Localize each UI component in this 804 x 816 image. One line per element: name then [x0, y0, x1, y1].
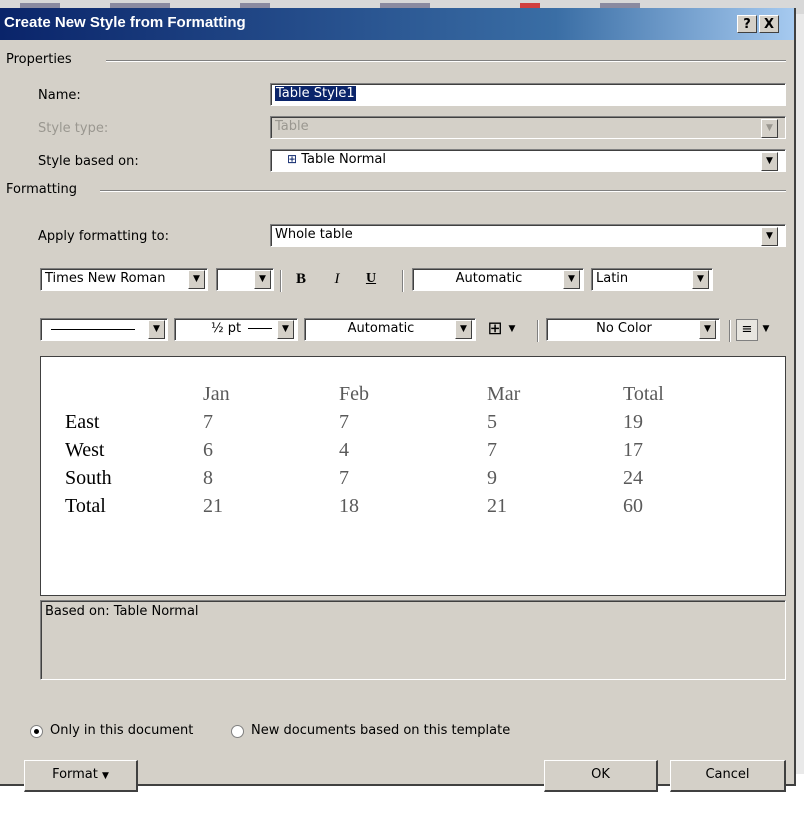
underline-button[interactable]: U — [360, 271, 382, 287]
font-color-dropdown-button[interactable]: ▼ — [563, 270, 580, 289]
formatting-group-label: Formatting — [6, 182, 78, 197]
apply-formatting-dropdown-button[interactable]: ▼ — [761, 227, 778, 246]
style-based-on-dropdown-button[interactable]: ▼ — [761, 152, 778, 171]
formatting-divider — [100, 190, 786, 192]
style-description: Based on: Table Normal — [40, 600, 786, 680]
close-button[interactable]: X — [759, 15, 779, 33]
preview-row-label: West — [65, 439, 105, 461]
preview-cell: 7 — [339, 467, 349, 489]
toolbar-separator — [729, 320, 731, 342]
font-color-select[interactable]: Automatic — [412, 268, 584, 291]
borders-dropdown-icon[interactable]: ▼ — [506, 324, 518, 334]
line-style-sample — [51, 329, 135, 330]
preview-cell: 5 — [487, 411, 497, 433]
preview-cell: 7 — [339, 411, 349, 433]
title-bar: Create New Style from Formatting ? X — [0, 8, 794, 40]
style-based-on-label: Style based on: — [38, 154, 139, 169]
chevron-down-icon: ▼ — [102, 771, 109, 781]
preview-cell: 21 — [487, 495, 507, 517]
border-color-dropdown-button[interactable]: ▼ — [455, 320, 472, 339]
line-weight-sample — [248, 328, 273, 329]
preview-header: Feb — [339, 383, 369, 405]
properties-group-label: Properties — [6, 52, 72, 67]
preview-cell: 9 — [487, 467, 497, 489]
preview-cell: 17 — [623, 439, 643, 461]
cell-alignment-icon[interactable]: ≡ — [736, 319, 758, 341]
style-type-dropdown-button: ▼ — [761, 119, 778, 138]
bold-button[interactable]: B — [290, 271, 312, 288]
preview-cell: 21 — [203, 495, 223, 517]
cancel-button[interactable]: Cancel — [670, 760, 786, 792]
name-label: Name: — [38, 88, 81, 103]
properties-divider — [106, 60, 786, 62]
font-size-dropdown-button[interactable]: ▼ — [254, 270, 271, 289]
preview-cell: 6 — [203, 439, 213, 461]
toolbar-separator — [402, 270, 404, 292]
style-type-select: Table — [270, 116, 786, 139]
preview-cell: 4 — [339, 439, 349, 461]
table-grid-icon: ⊞ — [287, 152, 298, 166]
shading-dropdown-button[interactable]: ▼ — [699, 320, 716, 339]
line-weight-dropdown-button[interactable]: ▼ — [277, 320, 294, 339]
only-this-document-radio[interactable] — [30, 725, 43, 738]
new-documents-radio[interactable] — [231, 725, 244, 738]
shading-select[interactable]: No Color — [546, 318, 720, 341]
preview-row-label: East — [65, 411, 100, 433]
preview-cell: 7 — [487, 439, 497, 461]
preview-cell: 7 — [203, 411, 213, 433]
dialog-title: Create New Style from Formatting — [4, 14, 246, 31]
toolbar-separator — [280, 270, 282, 292]
preview-row-label: Total — [65, 495, 106, 517]
font-name-select[interactable]: Times New Roman — [40, 268, 208, 291]
italic-button[interactable]: I — [326, 271, 348, 288]
line-style-dropdown-button[interactable]: ▼ — [148, 320, 165, 339]
preview-header: Jan — [203, 383, 230, 405]
apply-formatting-select[interactable]: Whole table — [270, 224, 786, 247]
font-name-dropdown-button[interactable]: ▼ — [188, 270, 205, 289]
ok-button[interactable]: OK — [544, 760, 658, 792]
new-documents-label[interactable]: New documents based on this template — [251, 723, 510, 738]
toolbar-separator — [537, 320, 539, 342]
borders-icon[interactable]: ⊞ — [484, 319, 506, 339]
background-window-edge — [796, 14, 804, 774]
name-input[interactable]: Table Style1 — [270, 83, 786, 106]
format-button[interactable]: Format ▼ — [24, 760, 138, 792]
style-preview: Jan Feb Mar Total East 7 7 5 19 West 6 4… — [40, 356, 786, 596]
help-button[interactable]: ? — [737, 15, 757, 33]
script-dropdown-button[interactable]: ▼ — [692, 270, 709, 289]
preview-row-label: South — [65, 467, 112, 489]
preview-cell: 19 — [623, 411, 643, 433]
style-based-on-select[interactable]: ⊞ Table Normal — [270, 149, 786, 172]
preview-cell: 60 — [623, 495, 643, 517]
style-type-label: Style type: — [38, 121, 109, 136]
create-style-dialog: Create New Style from Formatting ? X Pro… — [0, 8, 796, 792]
border-color-select[interactable]: Automatic — [304, 318, 476, 341]
preview-header: Total — [623, 383, 664, 405]
preview-cell: 8 — [203, 467, 213, 489]
apply-formatting-label: Apply formatting to: — [38, 229, 169, 244]
preview-cell: 24 — [623, 467, 643, 489]
preview-header: Mar — [487, 383, 521, 405]
only-this-document-label[interactable]: Only in this document — [50, 723, 193, 738]
preview-cell: 18 — [339, 495, 359, 517]
alignment-dropdown-icon[interactable]: ▼ — [760, 324, 772, 334]
